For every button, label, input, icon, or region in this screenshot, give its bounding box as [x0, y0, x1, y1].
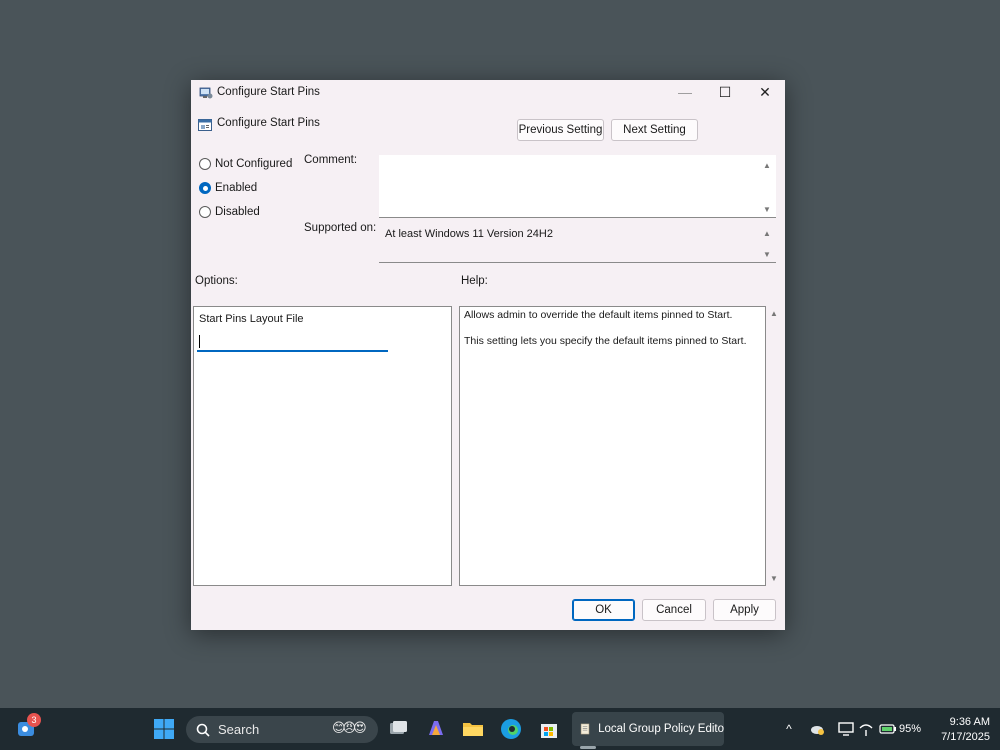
display-icon[interactable] [838, 721, 854, 737]
next-setting-button[interactable]: Next Setting [611, 119, 698, 141]
ok-button[interactable]: OK [572, 599, 635, 621]
supported-on-label: Supported on: [304, 222, 377, 234]
windows-start-icon[interactable] [153, 718, 175, 740]
system-clock[interactable]: 9:36 AM 7/17/2025 [930, 715, 990, 745]
text-caret [199, 335, 200, 348]
notification-badge: 3 [27, 713, 41, 727]
cancel-button[interactable]: Cancel [642, 599, 706, 621]
radio-label: Not Configured [215, 158, 293, 170]
emoji-highlight-icon: 😊😠😍 [332, 720, 367, 735]
scroll-up-icon[interactable]: ▲ [762, 161, 772, 170]
minimize-button[interactable]: — [665, 80, 705, 104]
supported-on-value: At least Windows 11 Version 24H2 [385, 228, 553, 240]
battery-icon[interactable] [879, 721, 897, 737]
battery-percentage: 95% [899, 723, 922, 735]
policy-setting-icon [198, 119, 212, 131]
radio-disabled[interactable]: Disabled [199, 206, 260, 218]
help-scroll-up-icon[interactable]: ▲ [769, 309, 779, 318]
file-explorer-icon[interactable] [461, 717, 485, 741]
comment-label: Comment: [304, 154, 358, 166]
radio-circle[interactable] [199, 206, 211, 218]
help-text-line: This setting lets you specify the defaul… [464, 335, 747, 347]
task-view-icon[interactable] [386, 717, 410, 741]
taskbar-search[interactable]: Search 😊😠😍 [186, 716, 378, 743]
scroll-down-icon[interactable]: ▼ [762, 250, 772, 259]
maximize-button[interactable]: ☐ [705, 80, 745, 104]
help-label: Help: [461, 275, 488, 287]
active-app-label: Local Group Policy Edito [598, 723, 724, 735]
radio-not-configured[interactable]: Not Configured [199, 158, 292, 170]
radio-circle-checked[interactable] [199, 182, 211, 194]
close-button[interactable]: ✕ [745, 80, 785, 104]
policy-name: Configure Start Pins [217, 117, 320, 129]
radio-label: Disabled [215, 206, 260, 218]
taskbar-app-group-policy-editor[interactable]: Local Group Policy Edito [572, 712, 724, 746]
help-scroll-down-icon[interactable]: ▼ [769, 574, 779, 583]
radio-circle[interactable] [199, 158, 211, 170]
microsoft-store-icon[interactable] [537, 717, 561, 741]
policy-editor-icon [580, 723, 590, 735]
help-text-line: Allows admin to override the default ite… [464, 309, 733, 321]
clock-date: 7/17/2025 [941, 731, 990, 743]
policy-dialog: Configure Start Pins — ☐ ✕ Configure Sta… [191, 80, 785, 630]
comment-textarea[interactable]: ▲ ▼ [379, 155, 776, 218]
chevron-up-icon[interactable]: ^ [782, 722, 796, 736]
radio-label: Enabled [215, 182, 258, 194]
active-app-indicator [580, 746, 596, 749]
search-icon [196, 723, 210, 737]
copilot-icon[interactable] [424, 717, 448, 741]
options-label: Options: [195, 275, 238, 287]
search-label: Search [218, 722, 260, 737]
onedrive-warning-icon[interactable] [810, 722, 826, 736]
apply-button[interactable]: Apply [713, 599, 776, 621]
taskbar: 3 Search 😊😠😍 Local Group Policy Edito ^ … [0, 708, 1000, 750]
clock-time: 9:36 AM [949, 716, 990, 728]
layout-file-label: Start Pins Layout File [199, 313, 304, 325]
supported-on-box: At least Windows 11 Version 24H2 ▲ ▼ [379, 224, 776, 263]
scroll-down-icon[interactable]: ▼ [762, 205, 772, 214]
previous-setting-button[interactable]: Previous Setting [517, 119, 604, 141]
edge-browser-icon[interactable] [499, 717, 523, 741]
scroll-up-icon[interactable]: ▲ [762, 229, 772, 238]
window-title: Configure Start Pins [217, 86, 320, 98]
group-policy-icon [199, 87, 213, 99]
radio-enabled[interactable]: Enabled [199, 182, 257, 194]
options-panel: Start Pins Layout File [193, 306, 452, 586]
network-icon[interactable] [858, 721, 874, 737]
help-panel: Allows admin to override the default ite… [459, 306, 766, 586]
layout-file-input[interactable] [197, 332, 388, 352]
